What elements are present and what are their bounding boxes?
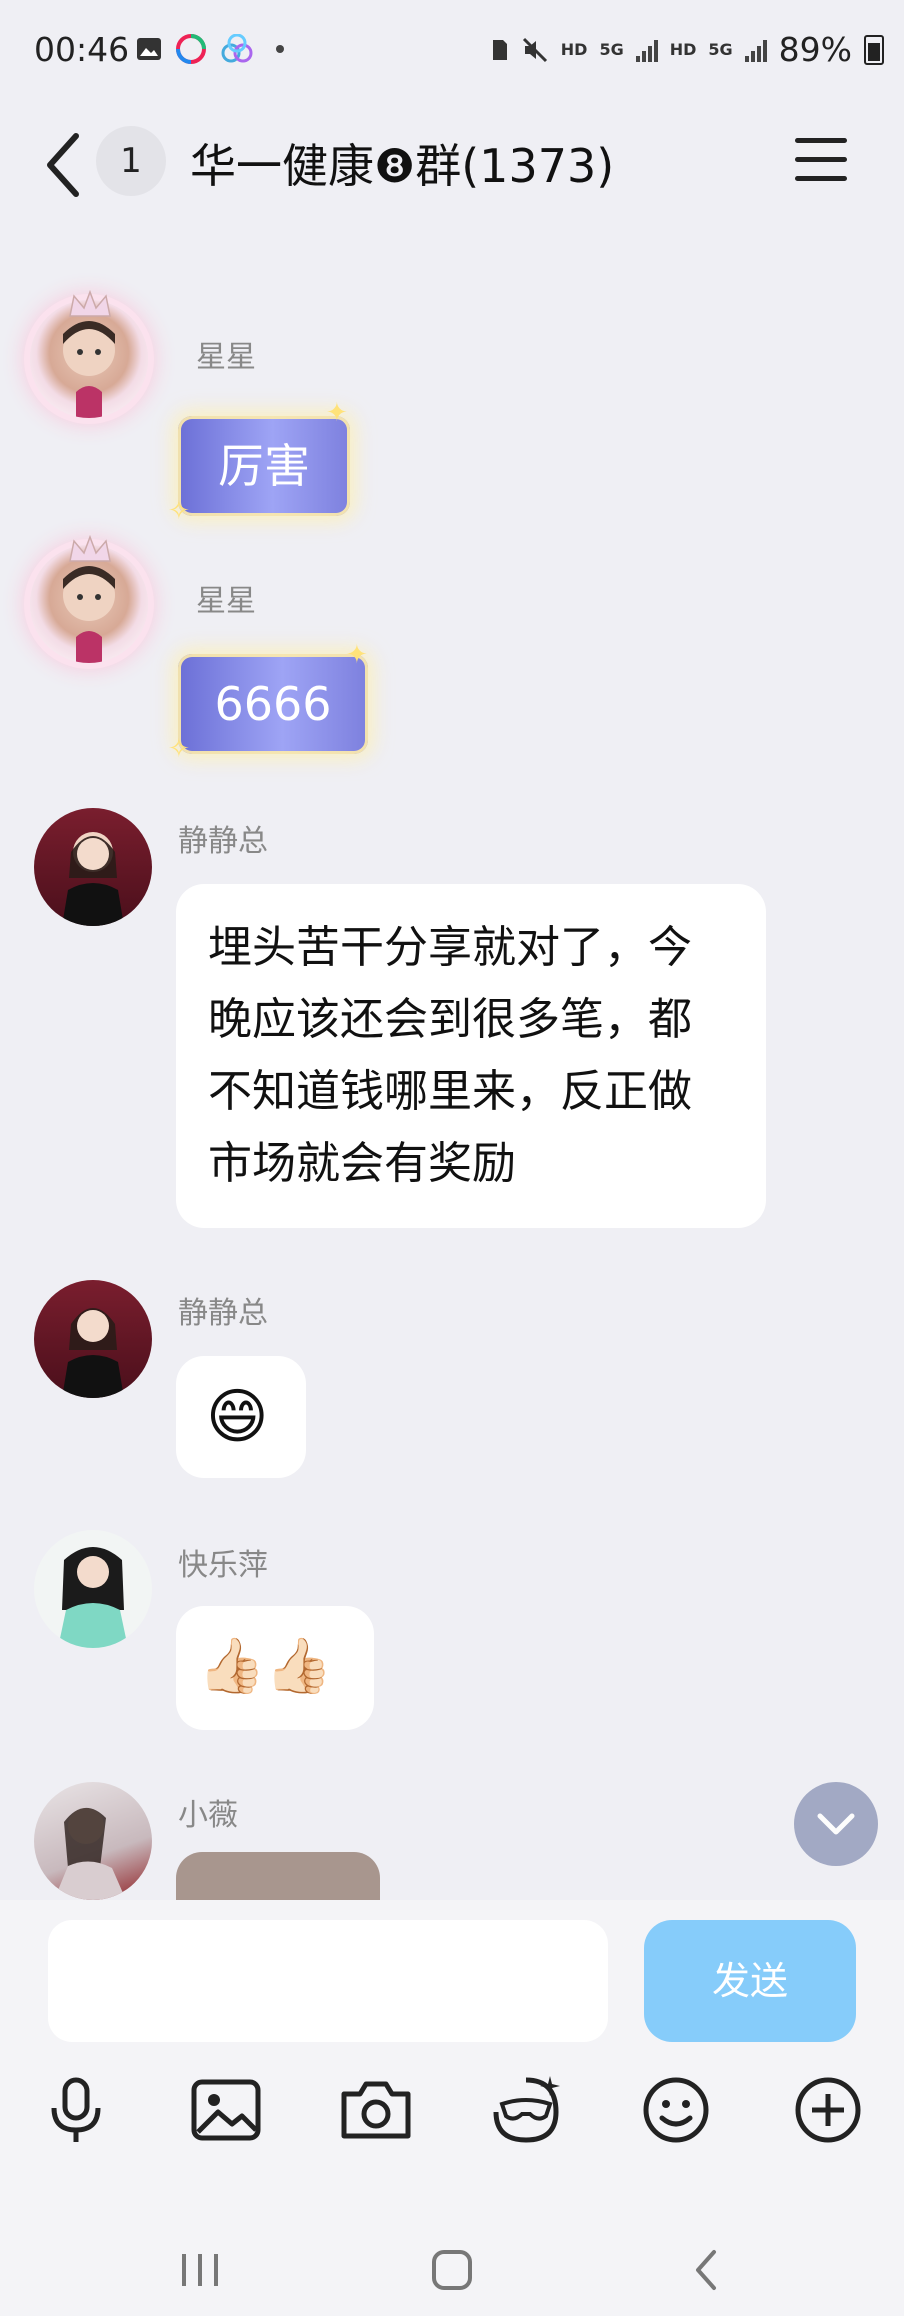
crown-icon bbox=[69, 535, 111, 562]
chevron-left-icon[interactable] bbox=[40, 130, 90, 200]
plus-icon[interactable] bbox=[788, 2070, 868, 2150]
status-bar: 00:46 HD 5G HD 5G 89% bbox=[0, 0, 904, 100]
app-icon bbox=[221, 34, 253, 63]
message-bubble[interactable]: 😄 bbox=[176, 1356, 306, 1478]
sparkle-icon: ✦ bbox=[326, 398, 348, 428]
sender-name: 星星 bbox=[196, 340, 256, 375]
sender-name: 静静总 bbox=[178, 824, 268, 859]
dot-icon bbox=[276, 45, 284, 53]
5g-icon: 5G bbox=[708, 40, 733, 59]
battery-percent: 89% bbox=[778, 30, 852, 69]
home-icon[interactable] bbox=[430, 2248, 474, 2292]
message-input[interactable] bbox=[48, 1920, 608, 2042]
hd-icon: HD bbox=[669, 40, 697, 59]
chevron-down-icon bbox=[817, 1813, 855, 1835]
mute-icon bbox=[522, 37, 547, 62]
status-time: 00:46 bbox=[34, 30, 130, 69]
avatar[interactable] bbox=[34, 1530, 152, 1648]
camera-icon[interactable] bbox=[336, 2070, 416, 2150]
sparkle-icon: ✧ bbox=[168, 496, 190, 526]
emoji-icon[interactable] bbox=[636, 2070, 716, 2150]
scroll-to-bottom-button[interactable] bbox=[794, 1782, 878, 1866]
gallery-icon bbox=[137, 38, 161, 60]
send-button[interactable]: 发送 bbox=[644, 1920, 856, 2042]
signal-icon bbox=[744, 38, 767, 62]
battery-icon bbox=[864, 34, 884, 65]
app-icon bbox=[176, 34, 206, 64]
message-bubble[interactable]: 👍🏻👍🏻 bbox=[176, 1606, 374, 1730]
sparkle-icon: ✦ bbox=[346, 640, 368, 670]
page-title: 华一健康❽群(1373) bbox=[190, 139, 615, 193]
sender-name: 静静总 bbox=[178, 1296, 268, 1331]
avatar[interactable] bbox=[34, 808, 152, 926]
hd-icon: HD bbox=[560, 40, 588, 59]
input-toolbar bbox=[0, 2070, 904, 2170]
system-nav-bar bbox=[0, 2216, 904, 2316]
input-area: 发送 bbox=[0, 1900, 904, 2316]
5g-icon: 5G bbox=[599, 40, 624, 59]
sim-icon bbox=[492, 39, 507, 60]
message-bubble[interactable]: 厉害 bbox=[178, 416, 350, 516]
avatar[interactable] bbox=[34, 1782, 152, 1900]
recent-apps-icon[interactable] bbox=[176, 2250, 224, 2290]
crown-icon bbox=[69, 290, 111, 317]
sender-name: 星星 bbox=[196, 584, 256, 619]
avatar[interactable] bbox=[34, 1280, 152, 1398]
image-icon[interactable] bbox=[186, 2070, 266, 2150]
sender-name: 快乐萍 bbox=[178, 1548, 268, 1583]
message-bubble[interactable]: 6666 bbox=[178, 654, 368, 754]
sender-name: 小薇 bbox=[178, 1798, 238, 1833]
microphone-icon[interactable] bbox=[36, 2070, 116, 2150]
message-line: 晚应该还会到很多笔，都 bbox=[208, 994, 692, 1045]
sticker-icon[interactable] bbox=[486, 2070, 566, 2150]
signal-icon bbox=[635, 38, 658, 62]
back-icon[interactable] bbox=[690, 2246, 722, 2294]
sparkle-icon: ✧ bbox=[168, 734, 190, 764]
message-line: 埋头苦干分享就对了，今 bbox=[208, 922, 692, 973]
message-bubble[interactable]: 埋头苦干分享就对了，今 晚应该还会到很多笔，都 不知道钱哪里来，反正做 市场就会… bbox=[176, 884, 766, 1228]
message-line: 不知道钱哪里来，反正做 bbox=[208, 1066, 692, 1117]
unread-count-badge[interactable]: 1 bbox=[96, 126, 166, 196]
hamburger-menu-icon[interactable] bbox=[795, 138, 847, 182]
message-line: 市场就会有奖励 bbox=[208, 1138, 516, 1189]
